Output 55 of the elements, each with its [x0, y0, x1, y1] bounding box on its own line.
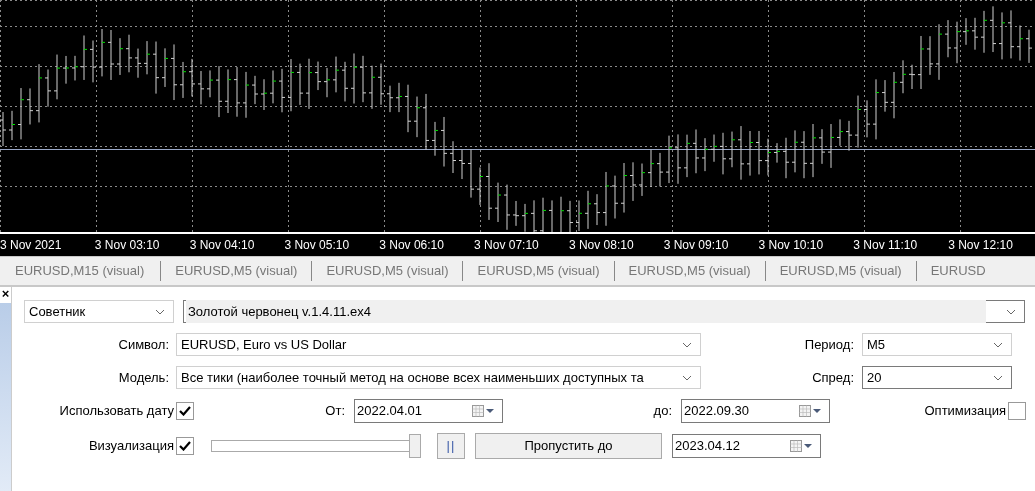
speed-slider[interactable]	[211, 434, 421, 458]
chart-tab[interactable]: EURUSD,M5 (visual)	[161, 261, 312, 281]
chart-tab[interactable]: EURUSD,M5 (visual)	[765, 261, 916, 281]
date-field[interactable]: 2022.04.01	[354, 399, 503, 423]
period-label: Период:	[803, 335, 855, 354]
expert-type-dropdown[interactable]: Советник	[24, 300, 174, 323]
chevron-down-icon	[993, 341, 1003, 348]
slider-thumb[interactable]	[409, 434, 421, 458]
checkbox[interactable]	[176, 437, 194, 455]
calendar-icon	[799, 405, 823, 417]
check-icon	[179, 406, 191, 416]
check-icon	[179, 441, 191, 451]
visualization-label: Визуализация	[87, 437, 175, 456]
calendar-icon	[472, 405, 496, 417]
skip-to-button[interactable]: Пропустить до	[475, 433, 662, 459]
date-field[interactable]: 2023.04.12	[672, 434, 821, 458]
chevron-down-icon	[155, 308, 165, 315]
time-label: 3 Nov 11:10	[852, 237, 919, 254]
time-label: 3 Nov 08:10	[567, 237, 635, 254]
chart-tab[interactable]: EURUSD,M15 (visual)	[0, 261, 161, 281]
to-label: до:	[652, 402, 673, 421]
checkbox[interactable]	[1008, 402, 1026, 420]
period-dropdown[interactable]: M5	[862, 333, 1012, 356]
model-dropdown[interactable]: Все тики (наиболее точный метод на основе всех наименьших доступных та	[176, 366, 701, 389]
spread-dropdown[interactable]: 20	[862, 366, 1012, 389]
chevron-down-icon	[682, 374, 692, 381]
chevron-down-icon	[682, 341, 692, 348]
chart-tab[interactable]: EURUSD,M5 (visual)	[614, 261, 765, 281]
checkbox[interactable]	[176, 402, 194, 420]
time-label: 3 Nov 09:10	[662, 237, 730, 254]
use-date-label: Использовать дату	[58, 402, 175, 421]
time-label: 3 Nov 06:10	[378, 237, 445, 254]
expert-dropdown[interactable]: Золотой червонец v.1.4.11.ex4	[183, 300, 1025, 323]
pause-button[interactable]: ||	[437, 433, 465, 459]
model-label: Модель:	[117, 368, 170, 387]
time-label: 3 Nov 05:10	[283, 237, 351, 254]
time-label: 3 Nov 2021	[0, 237, 63, 254]
chevron-down-icon	[1006, 308, 1016, 315]
time-label: 3 Nov 12:10	[947, 237, 1014, 254]
symbol-dropdown[interactable]: EURUSD, Euro vs US Dollar	[176, 333, 701, 356]
optimization-label: Оптимизация	[923, 402, 1007, 421]
time-label: 3 Nov 10:10	[757, 237, 825, 254]
spread-label: Спред:	[811, 368, 855, 387]
time-label: 3 Nov 07:10	[473, 237, 540, 254]
chart-tab[interactable]: EURUSD,M5 (visual)	[312, 261, 463, 281]
calendar-icon	[790, 440, 814, 452]
from-label: От:	[324, 402, 346, 421]
date-field[interactable]: 2022.09.30	[681, 399, 830, 423]
close-button[interactable]: ×	[0, 287, 11, 301]
time-label: 3 Nov 04:10	[188, 237, 256, 254]
chevron-down-icon	[993, 374, 1003, 381]
chart-tab[interactable]: EURUSD,M5 (visual)	[463, 261, 614, 281]
chart-tab[interactable]: EURUSD	[916, 261, 1000, 281]
time-label: 3 Nov 03:10	[93, 237, 161, 254]
symbol-label: Символ:	[117, 335, 170, 354]
